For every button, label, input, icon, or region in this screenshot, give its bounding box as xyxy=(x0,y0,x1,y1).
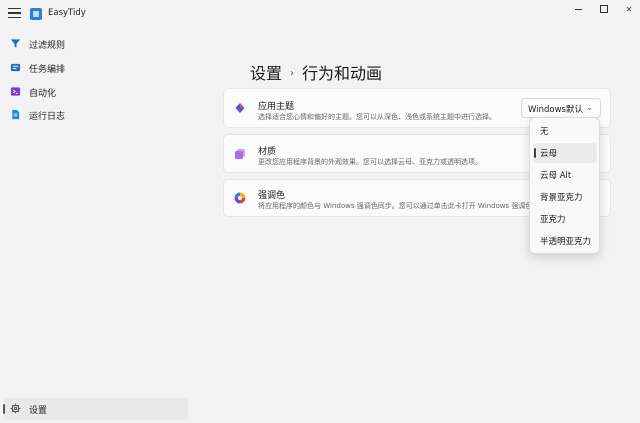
dropdown-option-desktop-acrylic[interactable]: 背景亚克力 xyxy=(533,187,597,207)
material-icon xyxy=(235,149,245,159)
hamburger-menu-icon[interactable] xyxy=(8,8,21,20)
chevron-down-icon: ⌄ xyxy=(586,103,593,112)
automation-icon xyxy=(10,87,21,96)
sidebar-item-filter-rules[interactable]: 过滤规则 xyxy=(4,33,188,55)
sidebar-item-task-orchestration[interactable]: 任务编排 xyxy=(4,57,188,79)
gear-icon xyxy=(10,403,21,414)
card-title: 材质 xyxy=(258,147,277,157)
sidebar-item-label: 任务编排 xyxy=(29,65,66,75)
log-icon xyxy=(12,109,20,120)
dropdown-option-translucent-acrylic[interactable]: 半透明亚克力 xyxy=(533,231,597,251)
material-dropdown-menu: 无 云母 云母 Alt 背景亚克力 亚克力 半透明亚克力 xyxy=(529,117,600,254)
option-label: 云母 xyxy=(540,149,558,159)
sidebar-item-label: 运行日志 xyxy=(29,112,66,122)
dropdown-option-mica[interactable]: 云母 xyxy=(533,143,597,163)
page-title: 行为和动画 xyxy=(302,64,383,83)
close-button[interactable] xyxy=(617,3,640,17)
accent-color-icon xyxy=(234,192,246,204)
theme-select-value: Windows默认 xyxy=(528,105,583,115)
breadcrumb-separator: › xyxy=(290,68,295,79)
dropdown-option-mica-alt[interactable]: 云母 Alt xyxy=(533,165,597,185)
dropdown-option-acrylic[interactable]: 亚克力 xyxy=(533,209,597,229)
app-title: EasyTidy xyxy=(48,8,86,18)
selection-indicator xyxy=(3,404,5,414)
option-label: 亚克力 xyxy=(540,215,566,225)
card-description: 选择适合您心情和偏好的主题。您可以从深色、浅色或系统主题中进行选择。 xyxy=(258,113,496,121)
app-logo-icon xyxy=(30,8,42,20)
theme-select[interactable]: Windows默认 ⌄ xyxy=(521,98,601,118)
breadcrumb: 设置 › 行为和动画 xyxy=(250,60,382,84)
card-title: 强调色 xyxy=(258,191,286,201)
card-description: 更改您应用程序背景的外观效果。您可以选择云母、亚克力或透明选项。 xyxy=(258,158,482,166)
selection-indicator xyxy=(534,148,536,158)
sidebar-item-automation[interactable]: 自动化 xyxy=(4,81,188,103)
sidebar-item-label: 过滤规则 xyxy=(29,41,66,51)
option-label: 云母 Alt xyxy=(540,171,572,181)
filter-icon xyxy=(10,39,21,48)
task-icon xyxy=(10,63,21,72)
sidebar-item-label: 自动化 xyxy=(29,89,57,99)
sidebar-item-settings[interactable]: 设置 xyxy=(3,398,188,420)
breadcrumb-parent[interactable]: 设置 xyxy=(250,64,282,83)
option-label: 无 xyxy=(540,127,549,137)
card-title: 应用主题 xyxy=(258,102,295,112)
minimize-button[interactable] xyxy=(566,3,590,17)
theme-icon xyxy=(235,103,245,113)
sidebar-item-label: 设置 xyxy=(29,406,48,416)
sidebar-item-run-log[interactable]: 运行日志 xyxy=(4,104,188,126)
title-bar: EasyTidy xyxy=(0,0,640,28)
dropdown-option-none[interactable]: 无 xyxy=(533,121,597,141)
option-label: 半透明亚克力 xyxy=(540,237,592,247)
card-description: 将应用程序的颜色与 Windows 强调色同步。您可以通过单击此卡打开 Wind… xyxy=(258,202,533,210)
maximize-button[interactable] xyxy=(592,3,616,17)
option-label: 背景亚克力 xyxy=(540,193,583,203)
